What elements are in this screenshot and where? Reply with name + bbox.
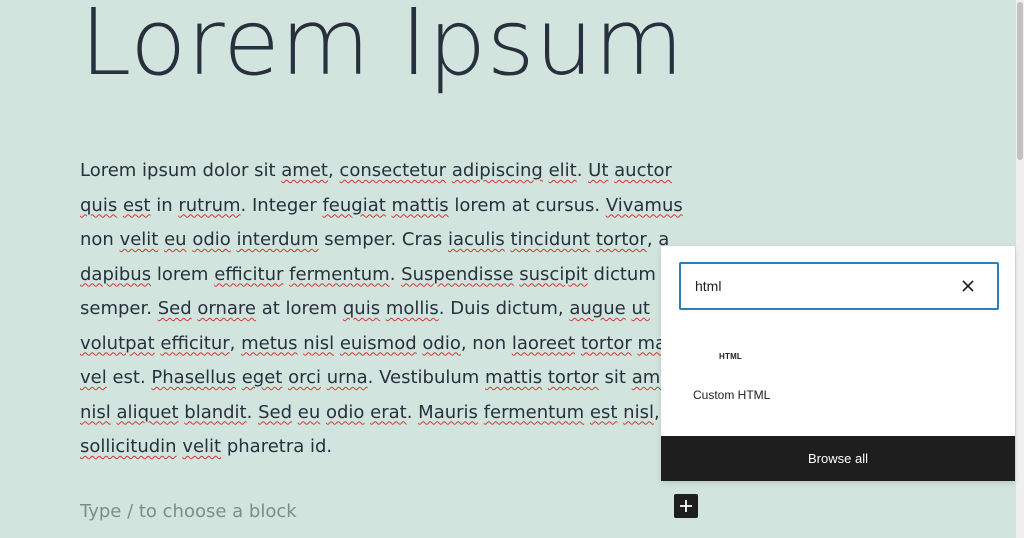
spellcheck-word: tincidunt	[510, 229, 591, 250]
text-run: . Integer	[240, 194, 323, 216]
block-placeholder[interactable]: Type / to choose a block	[80, 498, 297, 526]
close-icon	[962, 280, 974, 292]
spellcheck-word: Sed	[157, 298, 192, 319]
browse-all-button[interactable]: Browse all	[661, 436, 1015, 481]
spellcheck-word: mollis	[385, 298, 439, 319]
spellcheck-word: fermentum	[289, 263, 390, 285]
spellcheck-word: ornare	[197, 298, 256, 319]
spellcheck-word: nisl	[303, 332, 335, 354]
spellcheck-word: tortor	[580, 332, 632, 354]
spellcheck-word: tortor	[595, 229, 647, 250]
spellcheck-word: eu	[297, 401, 321, 423]
clear-search-button[interactable]	[957, 275, 979, 297]
text-run: sit	[598, 367, 632, 388]
spellcheck-word: Ut	[588, 160, 609, 181]
spellcheck-word: urna	[326, 367, 368, 388]
block-result-custom-html[interactable]: HTML Custom HTML	[679, 338, 799, 418]
text-run: .	[576, 160, 589, 181]
spellcheck-word: euismod	[339, 332, 417, 354]
block-result-label: Custom HTML	[693, 388, 771, 402]
spellcheck-word: metus	[241, 332, 298, 354]
spellcheck-word: sollicitudin	[80, 436, 177, 457]
spellcheck-word: velit	[182, 436, 222, 457]
spellcheck-word: velit	[119, 229, 159, 250]
spellcheck-word: rutrum	[178, 194, 241, 216]
text-run: semper. Cras	[318, 229, 448, 250]
spellcheck-word: amet	[281, 160, 328, 181]
text-run: at lorem	[255, 298, 343, 319]
spellcheck-word: suscipit	[519, 263, 588, 285]
spellcheck-word: nisl	[80, 401, 111, 423]
page-scrollbar[interactable]	[1016, 0, 1024, 538]
spellcheck-word: odio	[325, 401, 365, 423]
text-run: ,	[229, 332, 242, 354]
spellcheck-word: adipiscing	[451, 160, 543, 181]
text-run: in	[150, 194, 179, 216]
add-block-button[interactable]	[674, 494, 698, 518]
paragraph-line: quis est in rutrum. Integer feugiat matt…	[80, 189, 840, 224]
spellcheck-word: Mauris	[418, 401, 478, 423]
spellcheck-word: tortor	[547, 367, 599, 388]
spellcheck-word: quis	[80, 194, 118, 216]
block-search-input[interactable]	[695, 264, 935, 308]
text-run: semper.	[80, 298, 158, 319]
spellcheck-word: laoreet	[511, 332, 576, 354]
text-run: pharetra id.	[221, 436, 333, 457]
spellcheck-word: Phasellus	[151, 367, 236, 388]
text-run: , non	[460, 332, 512, 354]
spellcheck-word: volutpat	[80, 332, 155, 354]
spellcheck-word: eu	[164, 229, 187, 250]
spellcheck-word: fermentum	[483, 401, 585, 423]
spellcheck-word: interdum	[236, 229, 319, 250]
spellcheck-word: orci	[288, 367, 321, 388]
spellcheck-word: augue	[569, 298, 626, 319]
spellcheck-word: iaculis	[448, 229, 505, 250]
spellcheck-word: Suspendisse	[401, 263, 514, 285]
post-title[interactable]: Lorem Ipsum	[80, 0, 684, 98]
block-inserter-popover: HTML Custom HTML Browse all	[661, 246, 1015, 481]
spellcheck-word: auctor	[614, 160, 672, 181]
spellcheck-word: aliquet	[116, 401, 179, 423]
spellcheck-word: quis	[342, 298, 381, 319]
spellcheck-word: mattis	[391, 194, 449, 216]
block-search-box[interactable]	[679, 262, 999, 310]
text-run: . Duis dictum,	[438, 298, 570, 319]
spellcheck-word: ut	[631, 298, 650, 319]
plus-icon	[680, 500, 692, 512]
text-run: Lorem ipsum dolor sit	[80, 160, 282, 181]
text-run: .	[406, 401, 419, 423]
text-run: ,	[327, 160, 340, 181]
spellcheck-word: consectetur	[339, 160, 447, 181]
spellcheck-word: vel	[80, 367, 107, 388]
spellcheck-word: erat	[370, 401, 407, 423]
scrollbar-thumb[interactable]	[1017, 2, 1023, 160]
spellcheck-word: est	[122, 194, 151, 216]
text-run: .	[246, 401, 259, 423]
spellcheck-word: dapibus	[80, 263, 152, 285]
spellcheck-word: blandit	[184, 401, 247, 423]
html-block-icon: HTML	[719, 352, 743, 361]
spellcheck-word: nisl	[623, 401, 654, 423]
spellcheck-word: Sed	[258, 401, 293, 423]
spellcheck-word: feugiat	[322, 194, 386, 216]
text-run: dictum	[587, 263, 656, 285]
text-run: lorem at cursus.	[448, 194, 606, 216]
text-run: est.	[106, 367, 152, 388]
spellcheck-word: efficitur	[214, 263, 284, 285]
text-run: .	[389, 263, 402, 285]
spellcheck-word: Vivamus	[605, 194, 683, 216]
spellcheck-word: odio	[192, 229, 231, 250]
spellcheck-word: eget	[241, 367, 283, 388]
paragraph-line: Lorem ipsum dolor sit amet, consectetur …	[80, 154, 840, 189]
text-run: non	[80, 229, 120, 250]
spellcheck-word: odio	[422, 332, 461, 354]
spellcheck-word: est	[589, 401, 618, 423]
spellcheck-word: elit	[548, 160, 577, 181]
spellcheck-word: efficitur	[160, 332, 230, 354]
text-run: . Vestibulum	[367, 367, 486, 388]
text-run: lorem	[151, 263, 215, 285]
spellcheck-word: mattis	[485, 367, 543, 388]
